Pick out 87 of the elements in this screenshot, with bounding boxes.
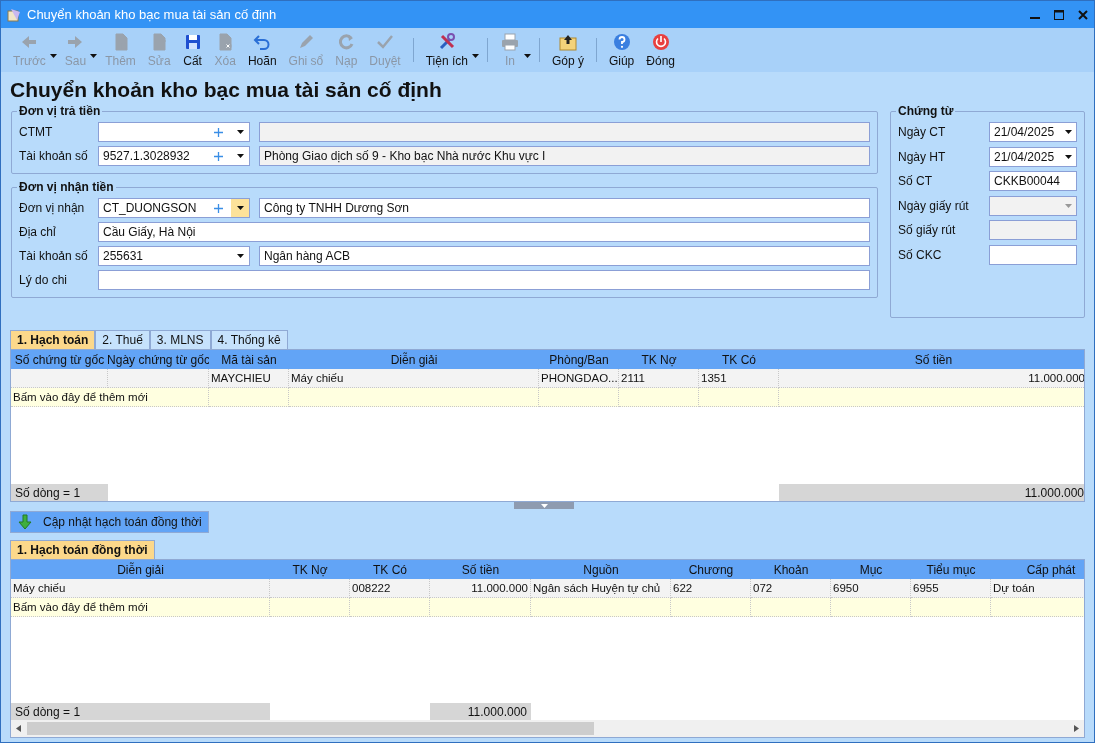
date-picker[interactable]: 21/04/2025 [989, 146, 1077, 167]
field-label: Ngày CT [898, 125, 947, 139]
update-button[interactable]: Cập nhật hạch toán đồng thời [10, 511, 209, 533]
tab[interactable]: 1. Hạch toán [10, 330, 96, 349]
toolbar-button[interactable]: Hoãn [241, 32, 283, 68]
column-header[interactable]: Số tiền [779, 350, 1084, 369]
field-label: Ngày HT [898, 149, 947, 164]
column-header[interactable]: Ngày chứng từ gốc [108, 350, 209, 369]
caret-icon [90, 54, 98, 58]
toolbar-button[interactable]: Cất [176, 32, 209, 68]
text-field[interactable]: Ngân hàng ACB [259, 246, 870, 266]
column-header[interactable]: TK Nợ [270, 560, 350, 579]
tab[interactable]: 2. Thuế [95, 330, 150, 349]
group-title: Đơn vị nhận tiền [18, 180, 115, 194]
caret-icon [236, 130, 244, 134]
tab[interactable]: 3. MLNS [149, 330, 211, 349]
column-header[interactable]: Khoản [751, 560, 831, 579]
tab[interactable]: 1. Hạch toán đồng thời [10, 540, 155, 559]
combo-box[interactable]: CT_DUONGSON [98, 198, 250, 218]
field-label: Địa chỉ [19, 225, 57, 239]
toolbar-button[interactable]: Góp ý [545, 32, 590, 68]
group-title: Chứng từ [897, 104, 955, 118]
column-header[interactable]: Mã tài sản [209, 350, 289, 369]
caret-icon [49, 54, 57, 58]
row-count: Số dòng = 1 [11, 484, 108, 501]
combo-box[interactable]: 9527.1.3028932 [98, 146, 250, 166]
column-header[interactable]: Số chứng từ gốc [11, 350, 108, 369]
field-label: Tài khoản số [19, 249, 89, 263]
field-label: Lý do chi [19, 273, 69, 287]
text-field[interactable] [98, 270, 870, 290]
caret-icon [236, 254, 244, 258]
combo-box[interactable]: 255631 [98, 246, 250, 266]
column-header[interactable]: TK Có [350, 560, 430, 579]
column-header[interactable]: Diễn giải [11, 560, 270, 579]
plus-icon[interactable] [214, 151, 223, 161]
column-header[interactable]: TK Có [699, 350, 779, 369]
column-header[interactable]: Tiểu mục [911, 560, 991, 579]
total-cell: 11.000.000 [779, 484, 1084, 501]
plus-icon[interactable] [214, 203, 223, 213]
date-picker[interactable]: 21/04/2025 [989, 122, 1077, 142]
column-header[interactable]: Mục [831, 560, 911, 579]
caret-icon [1065, 154, 1072, 159]
group-title: Đơn vị trả tiền [18, 104, 102, 118]
field-label: Số CKC [898, 247, 943, 262]
column-header[interactable]: Diễn giải [289, 350, 539, 369]
caret-icon [471, 54, 479, 58]
tab[interactable]: 4. Thống kê [210, 330, 288, 349]
dropdown-button[interactable] [231, 199, 249, 217]
toolbar-button[interactable]: Giúp [602, 32, 641, 68]
app-icon [7, 7, 21, 22]
toolbar-button[interactable]: Tiện ích [419, 32, 474, 68]
column-header[interactable]: Chương [671, 560, 751, 579]
text-field[interactable]: Công ty TNHH Dương Sơn [259, 198, 870, 218]
caret-icon [1065, 130, 1072, 134]
close-icon[interactable] [1078, 9, 1088, 20]
splitter-handle[interactable] [514, 502, 574, 509]
text-field[interactable]: Cầu Giấy, Hà Nội [98, 222, 870, 242]
field-label: Ngày giấy rút [898, 198, 970, 213]
column-header[interactable]: Cấp phát [991, 560, 1084, 579]
printer-icon [499, 32, 520, 52]
column-header[interactable]: Số tiền [430, 560, 531, 579]
column-header[interactable]: Nguồn [531, 560, 671, 579]
maximize-icon[interactable] [1054, 9, 1064, 20]
down-arrow-icon [17, 514, 33, 530]
field-label: Đơn vị nhận [19, 201, 86, 215]
new-row-hint[interactable]: Bấm vào đây để thêm mới [11, 388, 209, 407]
row-count: Số dòng = 1 [11, 703, 270, 720]
column-header[interactable]: TK Nợ [619, 350, 699, 369]
field-label: Số CT [898, 174, 933, 188]
horizontal-scrollbar[interactable] [11, 720, 1084, 737]
plus-icon[interactable] [214, 127, 223, 137]
field-label: Tài khoản số [19, 149, 89, 163]
caret-icon [1065, 203, 1072, 208]
text-field[interactable]: CKKB00044 [989, 171, 1077, 191]
caret-icon [236, 154, 244, 158]
power-icon [650, 32, 671, 52]
caret-icon [523, 54, 531, 58]
help-icon [611, 32, 632, 52]
field-label: CTMT [19, 125, 54, 139]
column-header[interactable]: Phòng/Ban [539, 350, 619, 369]
toolbar-button[interactable]: Đóng [640, 32, 681, 68]
text-field[interactable] [989, 244, 1077, 265]
total-cell: 11.000.000 [430, 703, 531, 720]
caret-icon [236, 206, 244, 210]
window-title: Chuyển khoản kho bạc mua tài sản cố định [27, 7, 278, 22]
page-heading: Chuyển khoản kho bạc mua tài sản cố định [10, 77, 443, 103]
field-label: Số giấy rút [898, 223, 957, 237]
